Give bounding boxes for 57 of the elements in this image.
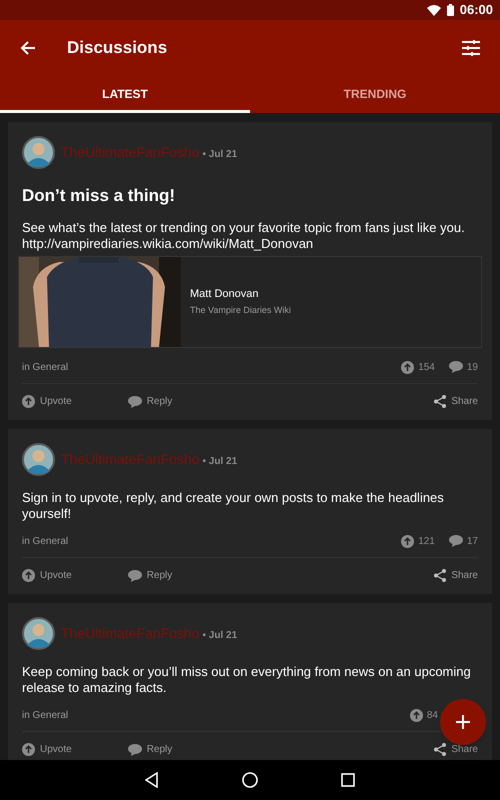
share-button[interactable]: Share xyxy=(434,568,478,583)
upvote-icon xyxy=(22,743,35,756)
home-circle-icon[interactable] xyxy=(242,772,258,788)
post-date: • Jul 21 xyxy=(202,454,238,468)
post-title: Don’t miss a thing! xyxy=(22,185,176,207)
post-body: See what’s the latest or trending on your favorite topic from fans just like you. http://vampirediaries.wikia.com/wiki/Matt_Donovan xyxy=(22,220,466,252)
clock-time: 06:00 xyxy=(460,1,493,20)
avatar xyxy=(22,136,55,169)
back-arrow-icon[interactable] xyxy=(20,40,36,56)
upvote-icon xyxy=(22,569,35,582)
share-icon xyxy=(434,569,446,582)
post-body: Sign in to upvote, reply, and create your own posts to make the headlines yourself! xyxy=(22,490,445,522)
post-date: • Jul 21 xyxy=(202,628,238,642)
category-label: in General xyxy=(22,708,68,722)
link-source: The Vampire Diaries Wiki xyxy=(190,304,291,317)
comment-count: 19 xyxy=(466,360,478,374)
wifi-icon xyxy=(426,4,441,16)
upvote-count-icon xyxy=(410,708,423,722)
reply-icon xyxy=(128,396,142,408)
author-name: TheUltimateFanFosho xyxy=(61,624,200,642)
upvote-button[interactable]: Upvote xyxy=(22,568,72,583)
back-triangle-icon[interactable] xyxy=(145,772,159,788)
reply-button[interactable]: Reply xyxy=(128,742,172,757)
upvote-count: 84 xyxy=(426,708,438,722)
post-body: Keep coming back or you’ll miss out on everything from news on an upcoming release to amazing facts. xyxy=(22,664,472,696)
comment-count: 17 xyxy=(466,534,478,548)
avatar xyxy=(22,616,55,650)
tab[interactable]: LATEST xyxy=(0,75,250,113)
battery-icon xyxy=(446,4,454,16)
post-date: • Jul 21 xyxy=(202,148,238,162)
upvote-count: 154 xyxy=(418,360,435,374)
link-title: Matt Donovan xyxy=(190,286,260,302)
share-icon xyxy=(434,743,446,756)
author-name: TheUltimateFanFosho xyxy=(61,450,200,468)
avatar xyxy=(22,442,55,476)
comment-count-icon xyxy=(448,361,463,373)
share-icon xyxy=(434,395,446,408)
share-button[interactable]: Share xyxy=(434,394,478,409)
screen-title: Discussions xyxy=(67,36,168,59)
plus-icon xyxy=(456,715,470,729)
upvote-button[interactable]: Upvote xyxy=(22,394,72,409)
upvote-icon xyxy=(22,395,35,408)
reply-icon xyxy=(128,744,142,756)
category-label: in General xyxy=(22,360,68,374)
upvote-button[interactable]: Upvote xyxy=(22,742,72,757)
comment-count-icon xyxy=(448,535,463,547)
filter-sliders-icon[interactable] xyxy=(462,40,480,56)
reply-button[interactable]: Reply xyxy=(128,568,172,583)
tab[interactable]: TRENDING xyxy=(250,75,500,113)
upvote-count-icon xyxy=(401,534,414,548)
reply-button[interactable]: Reply xyxy=(128,394,172,409)
upvote-count-icon xyxy=(401,360,414,374)
recents-square-icon[interactable] xyxy=(341,773,355,787)
category-label: in General xyxy=(22,534,68,548)
reply-icon xyxy=(128,570,142,582)
author-name: TheUltimateFanFosho xyxy=(61,143,200,162)
upvote-count: 121 xyxy=(418,534,435,548)
